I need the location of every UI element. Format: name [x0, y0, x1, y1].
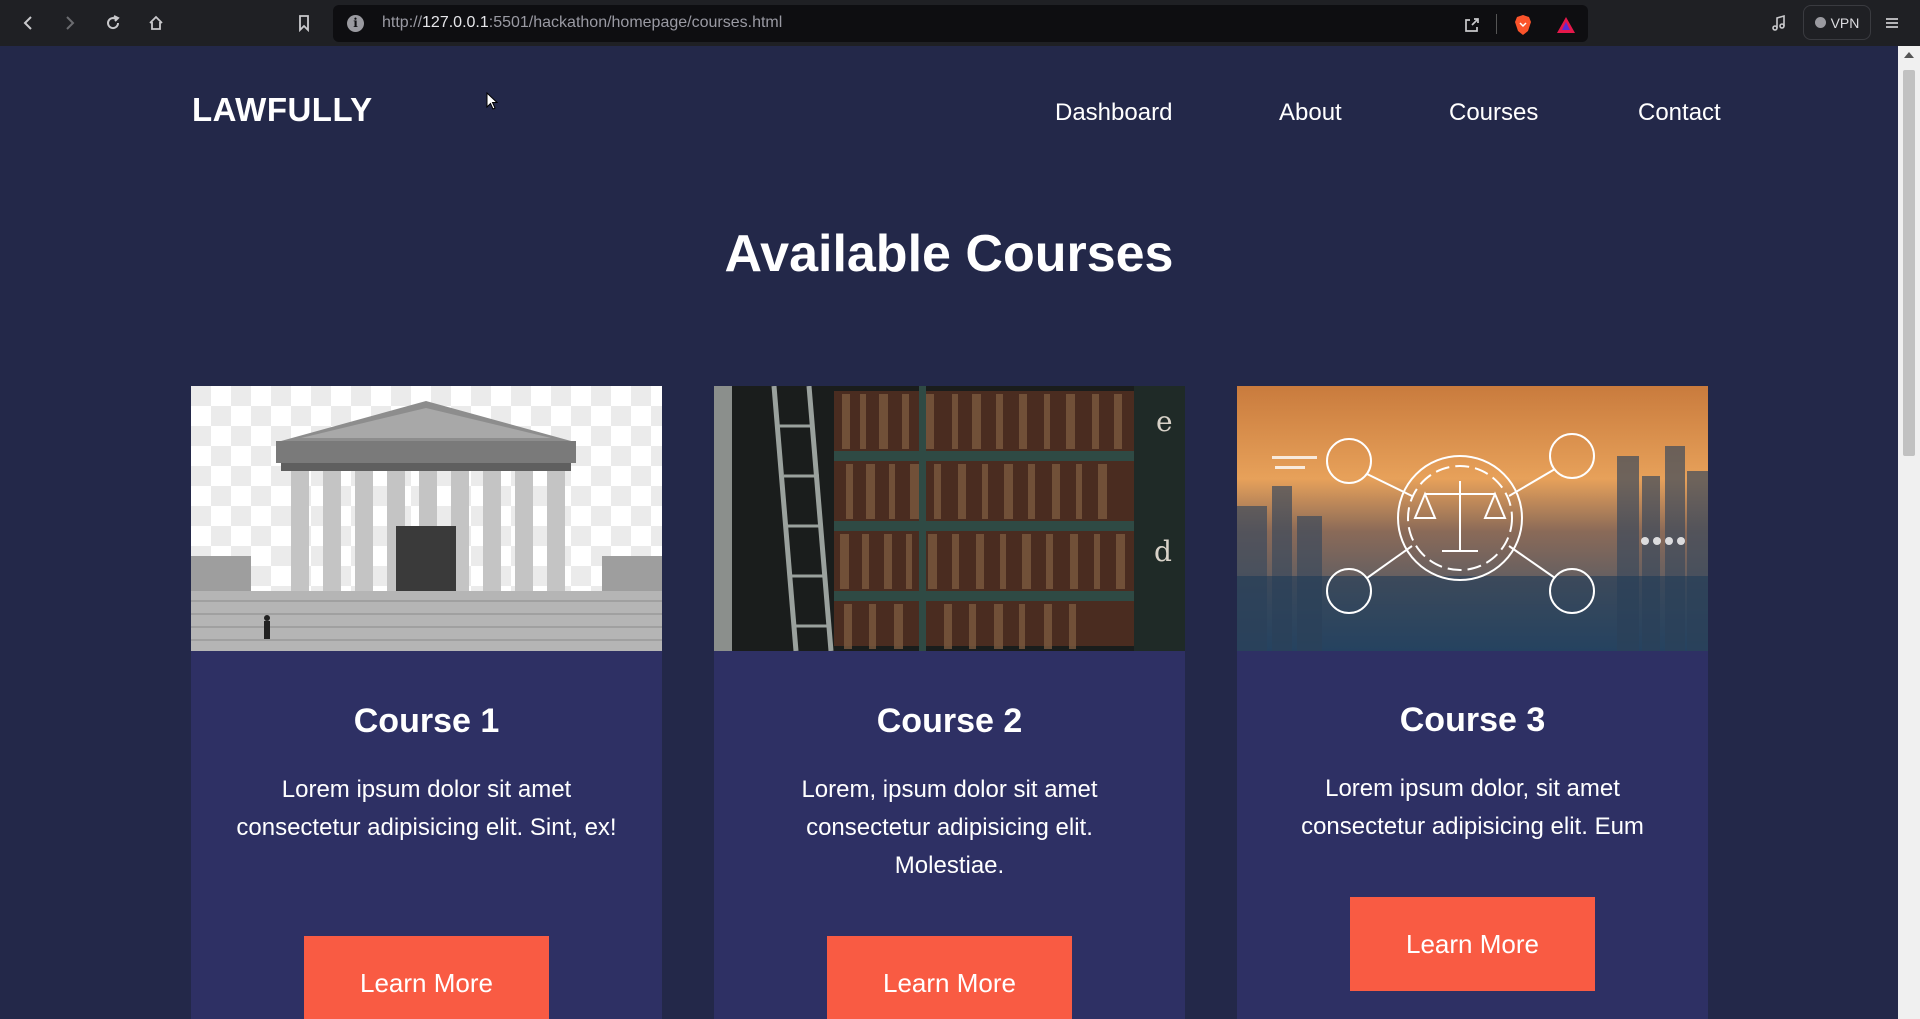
page-title: Available Courses — [724, 225, 1174, 283]
scroll-up-icon[interactable] — [1904, 52, 1914, 58]
svg-text:e: e — [1156, 405, 1173, 438]
learn-more-button[interactable]: Learn More — [1350, 897, 1595, 991]
course-title: Course 3 — [1399, 701, 1546, 739]
learn-more-button[interactable]: Learn More — [827, 936, 1072, 1019]
url-path: :5501/hackathon/homepage/courses.html — [488, 14, 783, 31]
bookmark-icon[interactable] — [290, 9, 318, 37]
browser-toolbar: i http://127.0.0.1:5501/hackathon/homepa… — [0, 0, 1920, 46]
brave-shields-icon[interactable] — [1512, 14, 1534, 36]
vpn-status-icon — [1814, 17, 1826, 28]
scroll-thumb[interactable] — [1903, 70, 1915, 456]
learn-more-button[interactable]: Learn More — [304, 936, 549, 1019]
library-bookshelf-image: e d — [714, 386, 1185, 651]
mouse-cursor-icon — [486, 92, 499, 110]
course-description: Lorem ipsum dolor, sit amet consectetur … — [1301, 775, 1644, 840]
home-icon[interactable] — [142, 9, 170, 37]
url-scheme: http:// — [382, 14, 423, 31]
course-card: e d Course 2 Lorem, ipsum dolor sit amet… — [714, 386, 1185, 1019]
menu-icon[interactable] — [1878, 9, 1906, 37]
svg-text:d: d — [1154, 535, 1172, 568]
course-card: Course 1 Lorem ipsum dolor sit amet cons… — [191, 386, 662, 1019]
share-icon[interactable] — [1461, 14, 1483, 36]
divider — [1496, 14, 1497, 34]
page-scrollbar[interactable] — [1898, 46, 1920, 1019]
nav-link-courses[interactable]: Courses — [1449, 99, 1538, 127]
forward-icon[interactable] — [56, 9, 84, 37]
vpn-label: VPN — [1830, 14, 1860, 31]
course-card: Course 3 Lorem ipsum dolor, sit amet con… — [1237, 386, 1708, 1019]
vpn-button[interactable]: VPN — [1803, 5, 1871, 40]
address-bar[interactable]: i http://127.0.0.1:5501/hackathon/homepa… — [333, 5, 1588, 42]
supreme-court-image — [191, 386, 662, 651]
city-justice-scales-image — [1237, 386, 1708, 651]
site-logo[interactable]: LAWFULLY — [192, 91, 373, 129]
reload-icon[interactable] — [99, 9, 127, 37]
course-title: Course 1 — [353, 702, 500, 740]
nav-link-dashboard[interactable]: Dashboard — [1055, 99, 1172, 127]
course-description: Lorem, ipsum dolor sit amet consectetur … — [801, 776, 1098, 879]
nav-link-about[interactable]: About — [1279, 99, 1342, 127]
url-host: 127.0.0.1 — [422, 14, 489, 31]
course-title: Course 2 — [876, 702, 1023, 740]
back-icon[interactable] — [14, 9, 42, 37]
media-icon[interactable] — [1765, 9, 1793, 37]
brave-rewards-icon[interactable] — [1555, 14, 1577, 36]
nav-link-contact[interactable]: Contact — [1638, 99, 1721, 127]
url-text[interactable]: http://127.0.0.1:5501/hackathon/homepage… — [382, 14, 782, 32]
course-description: Lorem ipsum dolor sit amet consectetur a… — [236, 776, 617, 841]
site-info-icon[interactable]: i — [347, 15, 364, 32]
